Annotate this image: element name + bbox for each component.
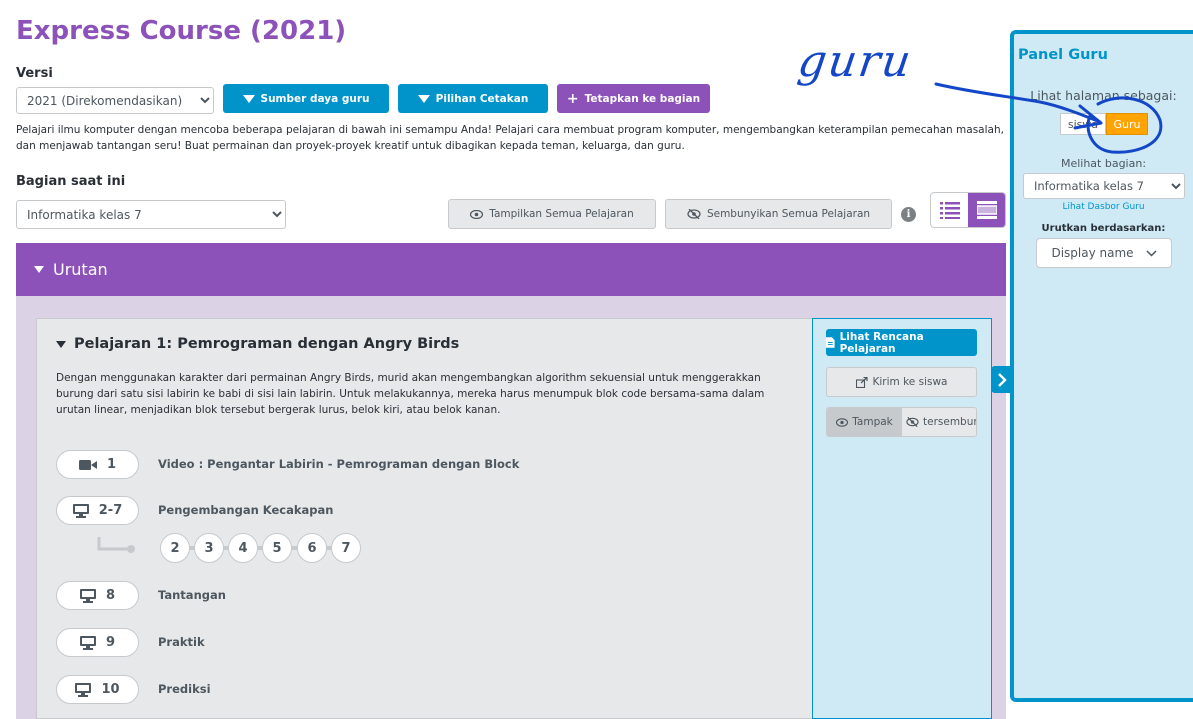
panel-section-select[interactable]: Informatika kelas 7 bbox=[1023, 173, 1185, 199]
level-bubble[interactable]: 2-7 bbox=[56, 496, 139, 525]
print-options-label: Pilihan Cetakan bbox=[435, 92, 529, 105]
lesson-plan-label: Lihat Rencana Pelajaran bbox=[839, 330, 924, 355]
eye-icon bbox=[836, 417, 849, 427]
lesson-plan-button[interactable]: Lihat Rencana Pelajaran bbox=[826, 329, 977, 356]
caret-down-icon bbox=[56, 340, 66, 348]
level-number: 8 bbox=[105, 588, 116, 603]
current-section-label: Bagian saat ini bbox=[16, 174, 126, 189]
info-icon[interactable]: i bbox=[901, 207, 916, 222]
handwritten-annotation: guru bbox=[794, 36, 916, 87]
level-number: 1 bbox=[106, 457, 117, 472]
chevron-right-icon bbox=[997, 372, 1007, 387]
sublevel-bubble[interactable]: 2 bbox=[160, 533, 190, 563]
sublevel-bubble[interactable]: 7 bbox=[331, 533, 361, 563]
hide-all-lessons-button[interactable]: Sembunyikan Semua Pelajaran bbox=[665, 199, 892, 229]
course-description: Pelajari ilmu komputer dengan mencoba be… bbox=[16, 124, 1004, 152]
send-to-students-label: Kirim ke siswa bbox=[872, 376, 948, 388]
level-name[interactable]: Tantangan bbox=[158, 588, 226, 602]
chevron-down-icon bbox=[1146, 249, 1157, 257]
lesson-title-text: Pelajaran 1: Pemrograman dengan Angry Bi… bbox=[74, 336, 460, 352]
eye-icon bbox=[470, 209, 484, 219]
teacher-resources-label: Sumber daya guru bbox=[260, 92, 370, 105]
sort-by-label: Urutkan berdasarkan: bbox=[1041, 223, 1166, 234]
visible-label: Tampak bbox=[852, 416, 893, 428]
sort-select[interactable]: Display name bbox=[1036, 238, 1172, 268]
view-as-teacher-button[interactable]: Guru bbox=[1106, 113, 1148, 135]
level-number: 10 bbox=[101, 682, 120, 697]
sublevel-bubble[interactable]: 3 bbox=[194, 533, 224, 563]
level-name[interactable]: Praktik bbox=[158, 635, 205, 649]
viewing-section-label: Melihat bagian: bbox=[1060, 157, 1147, 170]
share-icon bbox=[855, 376, 868, 388]
level-name[interactable]: Pengembangan Kecakapan bbox=[158, 503, 333, 517]
caret-down-icon bbox=[34, 266, 44, 273]
show-all-label: Tampilkan Semua Pelajaran bbox=[489, 208, 634, 220]
view-as-student-button[interactable]: siswa bbox=[1060, 113, 1106, 135]
level-bubble[interactable]: 10 bbox=[56, 675, 139, 704]
visibility-toggle: Tampak tersembunyi bbox=[826, 407, 977, 437]
computer-icon bbox=[79, 635, 96, 650]
unit-header[interactable]: Urutan bbox=[16, 243, 1006, 296]
sublevel-bubble[interactable]: 6 bbox=[297, 533, 327, 563]
caret-down-icon bbox=[242, 94, 255, 103]
computer-icon bbox=[79, 588, 96, 603]
unit-title: Urutan bbox=[53, 260, 108, 279]
level-bubble[interactable]: 8 bbox=[56, 581, 139, 610]
section-select[interactable]: Informatika kelas 7 bbox=[16, 200, 286, 229]
computer-icon bbox=[75, 682, 92, 697]
visible-toggle-button[interactable]: Tampak bbox=[827, 408, 902, 436]
file-icon bbox=[826, 337, 835, 348]
detail-view-button[interactable] bbox=[968, 193, 1005, 227]
level-bubble[interactable]: 1 bbox=[56, 450, 139, 479]
assign-section-label: Tetapkan ke bagian bbox=[584, 92, 701, 105]
teacher-panel-title: Panel Guru bbox=[1018, 47, 1108, 63]
sort-value: Display name bbox=[1051, 246, 1134, 260]
teacher-resources-button[interactable]: Sumber daya guru bbox=[223, 84, 389, 113]
caret-down-icon bbox=[417, 94, 430, 103]
version-select[interactable]: 2021 (Direkomendasikan) bbox=[16, 87, 214, 114]
level-number: 9 bbox=[105, 635, 116, 650]
sublevel-connector bbox=[97, 537, 135, 553]
level-name[interactable]: Prediksi bbox=[158, 682, 211, 696]
show-all-lessons-button[interactable]: Tampilkan Semua Pelajaran bbox=[448, 199, 656, 229]
hidden-label: tersembunyi bbox=[923, 416, 976, 428]
sublevel-bubble[interactable]: 5 bbox=[262, 533, 292, 563]
hide-all-label: Sembunyikan Semua Pelajaran bbox=[706, 208, 871, 220]
list-icon bbox=[939, 202, 960, 219]
level-number: 2-7 bbox=[98, 503, 123, 518]
lesson-description: Dengan menggunakan karakter dari permain… bbox=[56, 372, 765, 416]
detail-view-icon bbox=[976, 201, 997, 219]
page-title: Express Course (2021) bbox=[16, 16, 347, 46]
sublevel-bubble[interactable]: 4 bbox=[228, 533, 258, 563]
version-label: Versi bbox=[16, 66, 53, 81]
eye-slash-icon bbox=[906, 417, 919, 427]
assign-section-button[interactable]: + Tetapkan ke bagian bbox=[557, 84, 710, 113]
view-toggle bbox=[930, 192, 1006, 228]
video-icon bbox=[78, 459, 97, 470]
level-name[interactable]: Video : Pengantar Labirin - Pemrograman … bbox=[158, 457, 519, 471]
lesson-title[interactable]: Pelajaran 1: Pemrograman dengan Angry Bi… bbox=[56, 336, 459, 352]
hidden-toggle-button[interactable]: tersembunyi bbox=[902, 408, 976, 436]
plus-icon: + bbox=[566, 90, 579, 107]
view-as-label: Lihat halaman sebagai: bbox=[1030, 88, 1177, 103]
level-bubble[interactable]: 9 bbox=[56, 628, 139, 657]
send-to-students-button[interactable]: Kirim ke siswa bbox=[826, 367, 977, 397]
print-options-button[interactable]: Pilihan Cetakan bbox=[398, 84, 548, 113]
list-view-button[interactable] bbox=[931, 193, 968, 227]
eye-slash-icon bbox=[687, 209, 701, 219]
computer-icon bbox=[72, 503, 89, 518]
teacher-dashboard-link[interactable]: Lihat Dasbor Guru bbox=[1014, 202, 1193, 212]
